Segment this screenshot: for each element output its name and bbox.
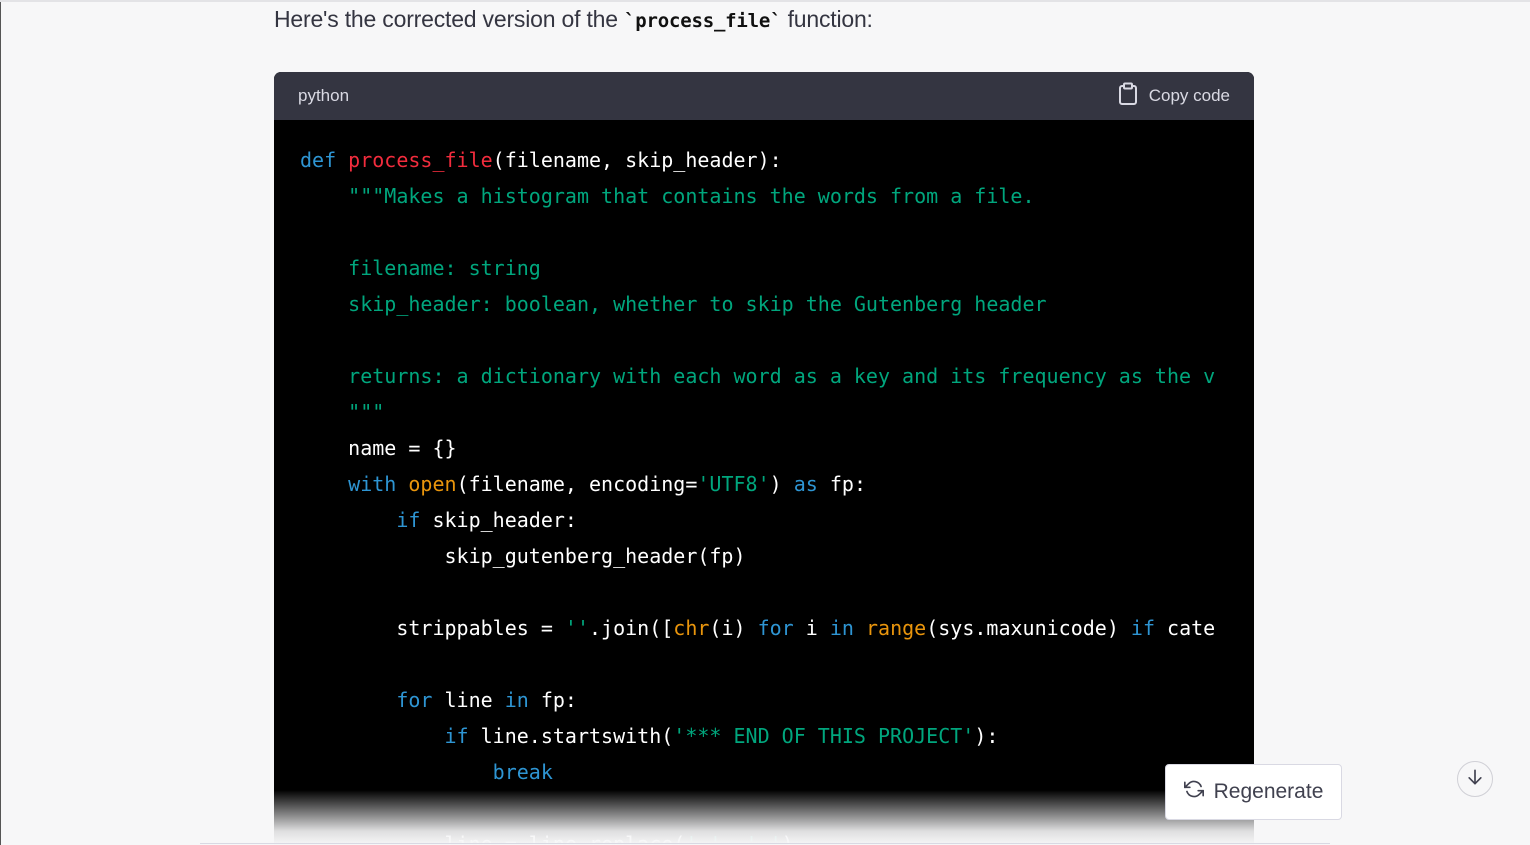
- code-line: def process_file(filename, skip_header):: [300, 142, 1254, 178]
- code-line: returns: a dictionary with each word as …: [300, 358, 1254, 394]
- regenerate-button[interactable]: Regenerate: [1165, 764, 1342, 820]
- code-token: """: [348, 400, 385, 424]
- code-token: ): [769, 472, 794, 496]
- code-token: as: [793, 472, 818, 496]
- code-token: ):: [974, 724, 999, 748]
- code-token: open: [408, 472, 457, 496]
- composer-divider: [200, 843, 1330, 844]
- code-token: (filename, encoding=: [456, 472, 698, 496]
- code-content: def process_file(filename, skip_header):…: [300, 142, 1254, 845]
- code-token: line.startswith(: [468, 724, 674, 748]
- code-line: for line in fp:: [300, 682, 1254, 718]
- code-token: '*** END OF THIS PROJECT': [673, 724, 975, 748]
- code-token: line: [432, 688, 505, 712]
- code-token: if: [1130, 616, 1155, 640]
- bottom-fade-overlay: [274, 790, 1254, 845]
- code-token: range: [865, 616, 927, 640]
- top-divider: [0, 0, 1530, 2]
- code-line: """: [300, 394, 1254, 430]
- code-token: with: [348, 472, 397, 496]
- code-token: in: [829, 616, 854, 640]
- code-line: """Makes a histogram that contains the w…: [300, 178, 1254, 214]
- code-token: i: [793, 616, 830, 640]
- code-token: for: [396, 688, 433, 712]
- code-line: skip_header: boolean, whether to skip th…: [300, 286, 1254, 322]
- intro-text-before: Here's the corrected version of the: [274, 6, 625, 32]
- code-line: with open(filename, encoding='UTF8') as …: [300, 466, 1254, 502]
- code-line: break: [300, 754, 1254, 790]
- code-token: skip_header: boolean, whether to skip th…: [348, 292, 1047, 316]
- code-token: if: [444, 724, 469, 748]
- code-token: break: [492, 760, 553, 784]
- code-line: strippables = ''.join([chr(i) for i in r…: [300, 610, 1254, 646]
- code-token: fp:: [528, 688, 577, 712]
- arrow-down-icon: [1465, 767, 1485, 792]
- code-token: strippables =: [300, 616, 565, 640]
- inline-code: `process_file`: [624, 10, 782, 32]
- scroll-to-bottom-button[interactable]: [1457, 761, 1493, 797]
- code-token: '': [564, 616, 589, 640]
- code-token: .join([: [589, 616, 674, 640]
- clipboard-icon: [1117, 82, 1139, 111]
- regenerate-label: Regenerate: [1213, 780, 1324, 803]
- code-token: (i): [709, 616, 758, 640]
- code-token: skip_gutenberg_header(fp): [300, 544, 746, 568]
- code-block-header: python Copy code: [274, 72, 1254, 120]
- assistant-message-intro: Here's the corrected version of the `pro…: [274, 6, 873, 33]
- code-token: (filename, skip_header):: [492, 148, 782, 172]
- window-edge: [0, 0, 1, 845]
- code-language-label: python: [298, 86, 350, 105]
- code-token: process_file: [348, 148, 493, 172]
- code-token: (sys.maxunicode): [926, 616, 1131, 640]
- copy-code-button[interactable]: Copy code: [1117, 82, 1230, 111]
- refresh-icon: [1183, 779, 1204, 805]
- code-line: if line.startswith('*** END OF THIS PROJ…: [300, 718, 1254, 754]
- copy-code-label: Copy code: [1148, 86, 1230, 105]
- code-line: skip_gutenberg_header(fp): [300, 538, 1254, 574]
- code-token: name = {}: [300, 436, 457, 460]
- code-token: filename: string: [348, 256, 541, 280]
- code-block: python Copy code def process_file(filena…: [274, 72, 1254, 845]
- code-token: def: [300, 148, 337, 172]
- code-token: if: [396, 508, 421, 532]
- code-line: name = {}: [300, 430, 1254, 466]
- code-token: chr: [673, 616, 710, 640]
- code-line: if skip_header:: [300, 502, 1254, 538]
- code-token: in: [504, 688, 529, 712]
- code-token: fp:: [817, 472, 866, 496]
- code-token: """Makes a histogram that contains the w…: [348, 184, 1035, 208]
- intro-text-after: function:: [781, 6, 873, 32]
- code-token: skip_header:: [420, 508, 577, 532]
- code-line: filename: string: [300, 250, 1254, 286]
- code-token: for: [757, 616, 794, 640]
- code-token: returns: a dictionary with each word as …: [348, 364, 1216, 388]
- code-token: 'UTF8': [697, 472, 770, 496]
- code-token: cate: [1155, 616, 1216, 640]
